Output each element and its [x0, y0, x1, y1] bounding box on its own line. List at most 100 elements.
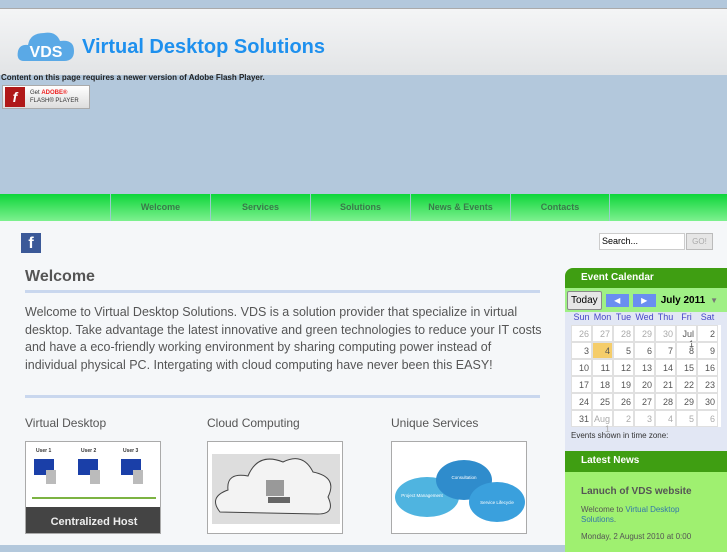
flash-adobe-label: ADOBE®	[41, 90, 68, 96]
calendar-day[interactable]: 29	[634, 325, 655, 342]
calendar-day[interactable]: 14	[655, 359, 676, 376]
calendar-day[interactable]: 21	[655, 376, 676, 393]
facebook-icon[interactable]: f	[21, 233, 41, 253]
nav-news-events[interactable]: News & Events	[410, 194, 510, 221]
main-nav: Welcome Services Solutions News & Events…	[0, 194, 727, 221]
site-header: VDS Virtual Desktop Solutions	[0, 8, 727, 75]
weekday-label: Mon	[593, 312, 612, 322]
event-calendar-title: Event Calendar	[565, 268, 727, 288]
calendar-day[interactable]: 28	[655, 393, 676, 410]
calendar-day[interactable]: 8	[676, 342, 697, 359]
calendar-day[interactable]: 5	[613, 342, 634, 359]
today-button[interactable]: Today	[567, 290, 602, 310]
svg-text:User 2: User 2	[81, 448, 97, 454]
latest-news-title: Latest News	[565, 451, 727, 472]
calendar-day[interactable]: Aug 1	[592, 410, 613, 434]
calendar-day[interactable]: 10	[571, 359, 592, 376]
flash-message: Content on this page requires a newer ve…	[1, 73, 265, 82]
calendar-day[interactable]: 15	[676, 359, 697, 376]
nav-welcome[interactable]: Welcome	[110, 194, 210, 221]
vds-logo[interactable]: VDS	[16, 27, 76, 63]
nav-solutions[interactable]: Solutions	[310, 194, 410, 221]
chevron-down-icon[interactable]: ▼	[710, 296, 718, 305]
calendar-day[interactable]: 3	[634, 410, 655, 427]
search-go-button[interactable]: GO!	[686, 233, 713, 250]
cloud-computing-heading: Cloud Computing	[207, 416, 300, 430]
calendar-body: Sun Mon Tue Wed Thu Fri Sat 26 27 28 29 30 Jul 1234…	[565, 312, 727, 451]
svg-text:User 3: User 3	[123, 448, 139, 454]
calendar-day[interactable]: 4	[655, 410, 676, 427]
nav-contacts[interactable]: Contacts	[510, 194, 610, 221]
get-flash-player-button[interactable]: f Get ADOBE® FLASH® PLAYER	[2, 85, 90, 109]
calendar-toolbar: Today ◀ ▶ July 2011 ▼	[565, 288, 727, 312]
news-item-date: Monday, 2 August 2010 at 0:00	[581, 532, 692, 541]
calendar-day[interactable]: 11	[592, 359, 613, 376]
news-item-title[interactable]: Lanuch of VDS website	[581, 486, 711, 497]
calendar-day[interactable]: 31	[571, 410, 592, 427]
calendar-day[interactable]: 6	[634, 342, 655, 359]
unique-services-heading: Unique Services	[391, 416, 479, 430]
unique-services-image[interactable]: Project Management Consultation Service Li…	[391, 441, 527, 534]
calendar-day[interactable]: 20	[634, 376, 655, 393]
cloud-computing-image[interactable]	[207, 441, 343, 534]
calendar-day[interactable]: 16	[697, 359, 718, 376]
calendar-day[interactable]: 6	[697, 410, 718, 427]
prev-month-button[interactable]: ◀	[605, 293, 629, 307]
calendar-day[interactable]: 28	[613, 325, 634, 342]
virtual-desktop-heading: Virtual Desktop	[25, 416, 107, 430]
weekday-label: Sun	[573, 312, 590, 322]
virtual-desktop-image[interactable]: User 1 User 2 User 3 Centralized Host	[25, 441, 161, 534]
calendar-day[interactable]: 7	[655, 342, 676, 359]
calendar-day[interactable]: 26	[613, 393, 634, 410]
news-prefix: Welcome to	[581, 505, 626, 514]
svg-text:Service Lifecycle: Service Lifecycle	[480, 500, 514, 505]
calendar-day[interactable]: 13	[634, 359, 655, 376]
calendar-grid: 26 27 28 29 30 Jul 1 2 3 4 5 6 7 8 9 10 11 12 13 14 15 16 17 1…	[571, 325, 721, 434]
weekday-label: Fri	[681, 312, 692, 322]
calendar-day[interactable]: 5	[676, 410, 697, 427]
calendar-day[interactable]: 26	[571, 325, 592, 342]
news-suffix: .	[613, 515, 617, 524]
weekday-label: Thu	[657, 312, 674, 322]
calendar-day[interactable]: 19	[613, 376, 634, 393]
calendar-day[interactable]: 25	[592, 393, 613, 410]
calendar-day[interactable]: 2	[613, 410, 634, 427]
calendar-day[interactable]: 4	[592, 342, 613, 359]
divider	[25, 290, 540, 293]
timezone-note: Events shown in time zone:	[571, 431, 669, 440]
weekday-label: Tue	[615, 312, 632, 322]
calendar-day[interactable]: 27	[592, 325, 613, 342]
page-title: Welcome	[25, 268, 95, 285]
month-label: July 2011	[660, 294, 706, 306]
calendar-day[interactable]: 24	[571, 393, 592, 410]
calendar-day[interactable]: 30	[697, 393, 718, 410]
svg-text:Consultation: Consultation	[451, 475, 477, 480]
calendar-day[interactable]: 30	[655, 325, 676, 342]
news-item-text: Welcome to Virtual Desktop Solutions.	[581, 505, 711, 525]
news-item: Lanuch of VDS website Welcome to Virtual…	[565, 472, 727, 552]
calendar-day[interactable]: 18	[592, 376, 613, 393]
flash-player-label: FLASH® PLAYER	[30, 98, 79, 104]
svg-text:Centralized Host: Centralized Host	[51, 516, 138, 528]
calendar-day[interactable]: 3	[571, 342, 592, 359]
weekday-label: Wed	[635, 312, 654, 322]
nav-services[interactable]: Services	[210, 194, 310, 221]
calendar-day[interactable]: 27	[634, 393, 655, 410]
calendar-day[interactable]: 9	[697, 342, 718, 359]
calendar-day[interactable]: 17	[571, 376, 592, 393]
svg-text:VDS: VDS	[30, 44, 63, 61]
calendar-day[interactable]: 23	[697, 376, 718, 393]
search-input[interactable]: Search...	[599, 233, 685, 250]
calendar-day[interactable]: 12	[613, 359, 634, 376]
calendar-day[interactable]: 22	[676, 376, 697, 393]
flash-get-label: Get	[30, 90, 40, 96]
weekday-label: Sat	[700, 312, 715, 322]
sidebar: Event Calendar Today ◀ ▶ July 2011 ▼ Sun…	[565, 268, 727, 552]
svg-text:User 1: User 1	[36, 448, 52, 454]
calendar-day[interactable]: 29	[676, 393, 697, 410]
next-month-button[interactable]: ▶	[632, 293, 656, 307]
flash-icon: f	[5, 87, 25, 107]
calendar-day[interactable]: 2	[697, 325, 718, 342]
calendar-day[interactable]: Jul 1	[676, 325, 697, 349]
site-title[interactable]: Virtual Desktop Solutions	[82, 36, 325, 59]
